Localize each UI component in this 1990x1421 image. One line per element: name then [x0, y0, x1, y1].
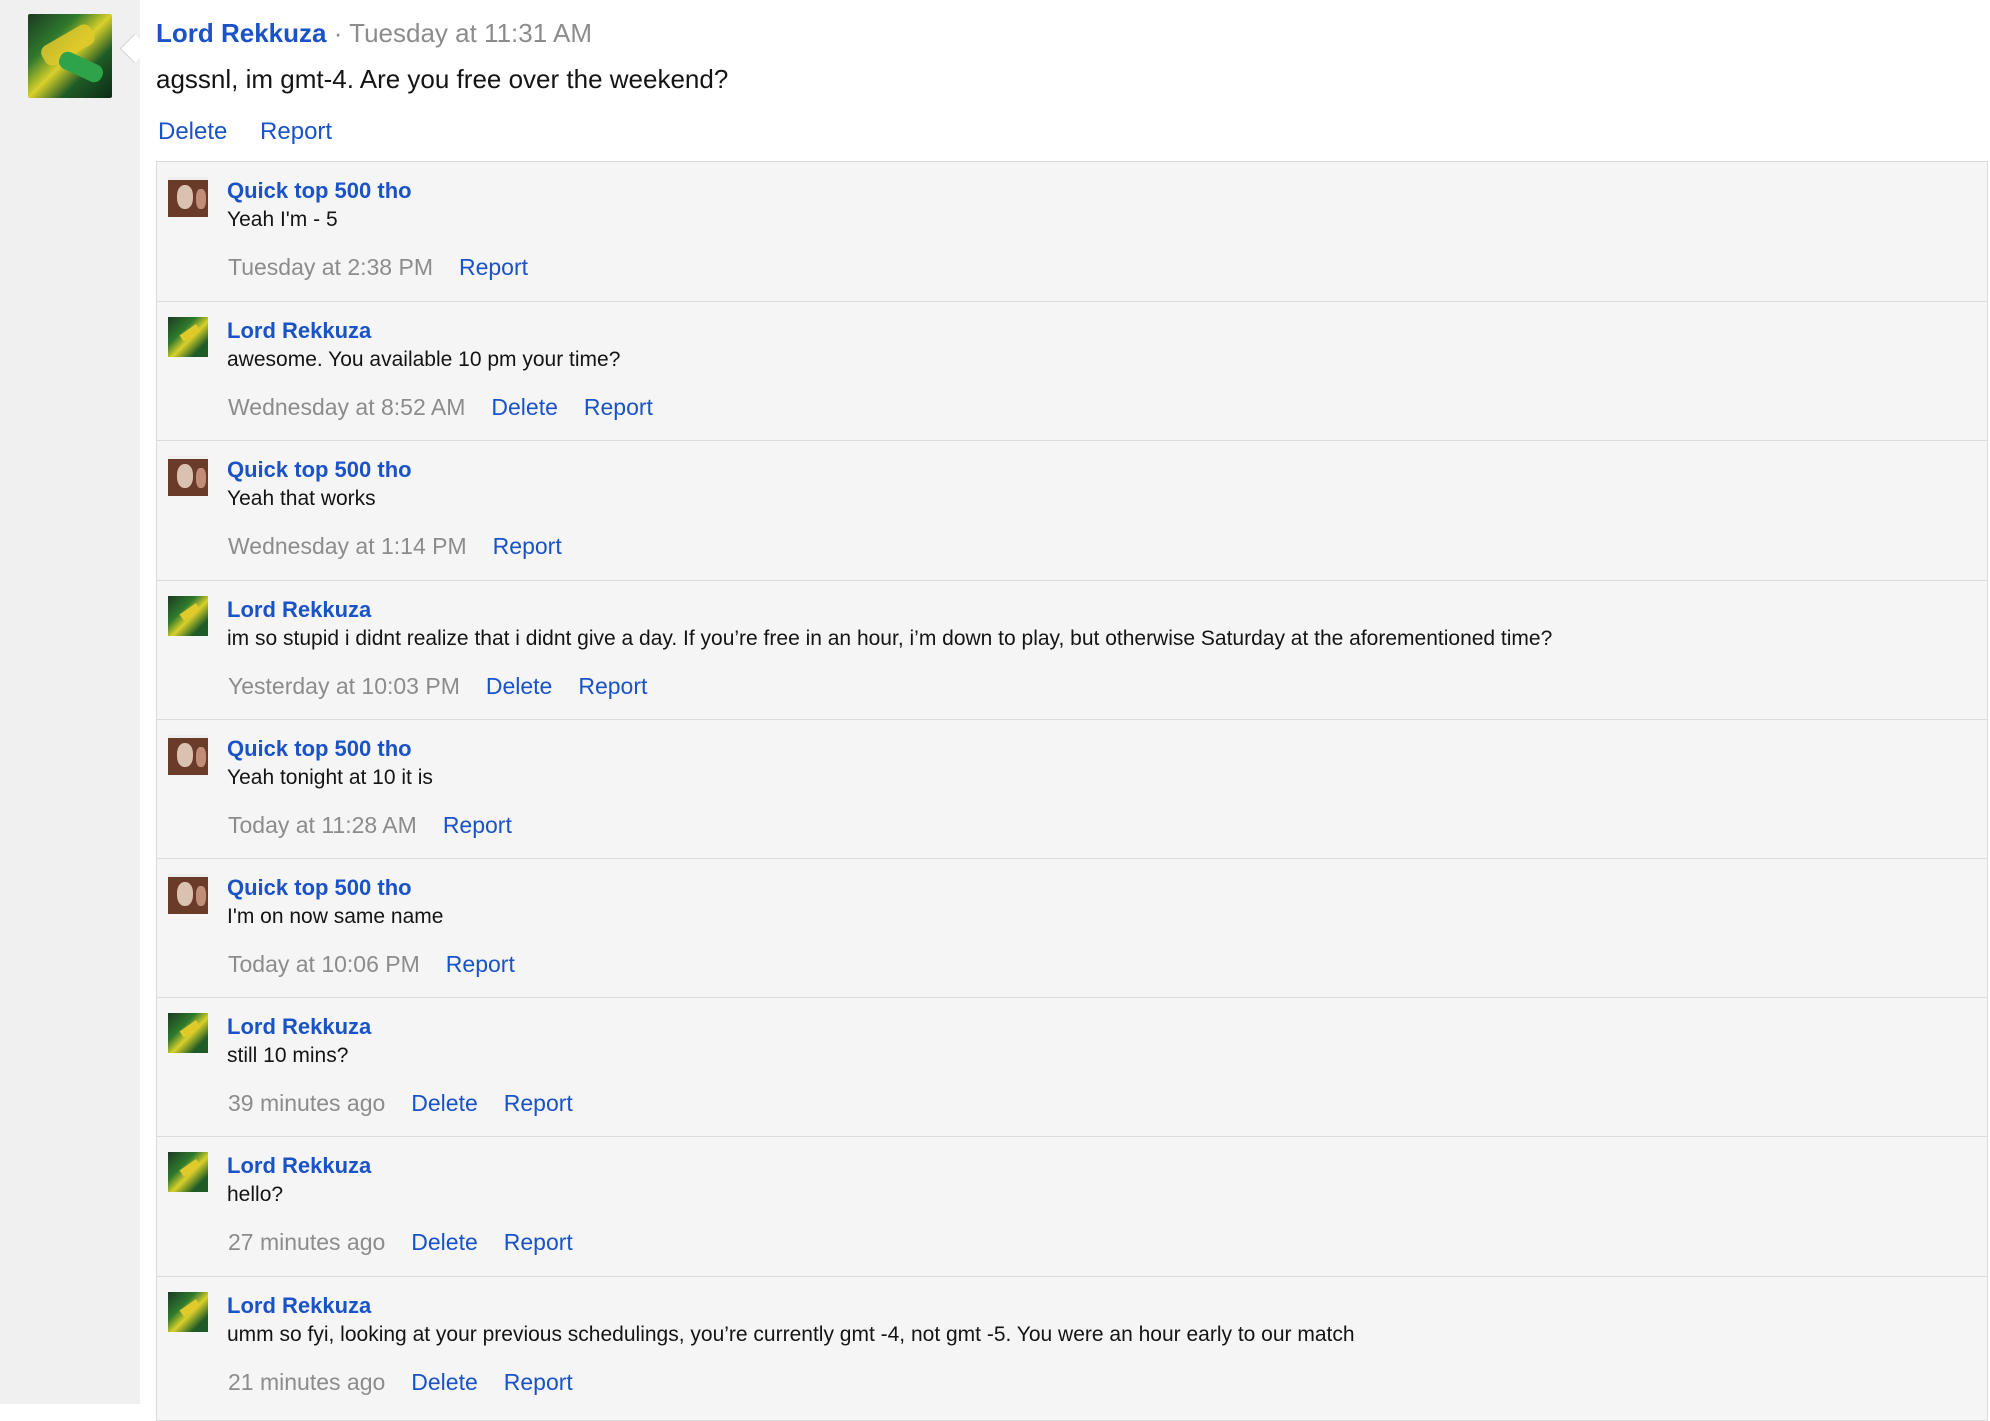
comment-time: 39 minutes ago	[228, 1090, 386, 1117]
comment-text: im so stupid i didnt realize that i didn…	[227, 626, 1553, 650]
comment-meta: Wednesday at 8:52 AM Delete Report	[228, 394, 679, 421]
comment-avatar[interactable]	[168, 317, 208, 358]
comment-time: Wednesday at 1:14 PM	[228, 533, 467, 560]
report-link[interactable]: Report	[504, 1090, 573, 1116]
comment-time: Yesterday at 10:03 PM	[228, 672, 460, 699]
comment-time: 27 minutes ago	[228, 1229, 386, 1256]
header-separator: ·	[333, 18, 343, 48]
comment-author[interactable]: Lord Rekkuza	[227, 318, 371, 344]
comment-item: Lord Rekkuza umm so fyi, looking at your …	[157, 1275, 1987, 1415]
delete-link[interactable]: Delete	[491, 394, 557, 420]
comment-author[interactable]: Lord Rekkuza	[227, 1014, 371, 1040]
comment-avatar[interactable]	[168, 874, 208, 914]
comment-item: Quick top 500 tho Yeah I'm - 5 Tuesday at …	[157, 162, 1987, 301]
report-link[interactable]: Report	[443, 812, 512, 838]
report-link[interactable]: Report	[578, 673, 647, 699]
comment-meta: Today at 10:06 PM Report	[228, 951, 541, 978]
comment-meta: Wednesday at 1:14 PM Report	[228, 533, 588, 560]
main-post-time: Tuesday at 11:31 AM	[349, 18, 592, 48]
report-link[interactable]: Report	[446, 951, 515, 977]
comment-text: Yeah tonight at 10 it is	[227, 765, 433, 789]
comment-time: Wednesday at 8:52 AM	[228, 394, 466, 421]
left-gutter	[0, 0, 140, 1404]
report-link[interactable]: Report	[493, 533, 562, 559]
comment-item: Quick top 500 tho Yeah that works Wednesda…	[157, 440, 1987, 579]
comment-meta: 39 minutes ago Delete Report	[228, 1090, 599, 1117]
main-post-avatar[interactable]	[28, 14, 112, 98]
delete-link[interactable]: Delete	[411, 1229, 477, 1255]
delete-link[interactable]: Delete	[486, 673, 552, 699]
delete-link[interactable]: Delete	[411, 1369, 477, 1395]
comment-author[interactable]: Quick top 500 tho	[227, 875, 412, 901]
comment-time: Today at 11:28 AM	[228, 811, 417, 838]
main-report-link[interactable]: Report	[260, 118, 332, 145]
comment-avatar[interactable]	[168, 456, 208, 497]
comment-avatar[interactable]	[168, 595, 208, 636]
comment-avatar[interactable]	[168, 1152, 208, 1193]
report-link[interactable]: Report	[504, 1229, 573, 1255]
report-link[interactable]: Report	[459, 254, 528, 280]
comment-avatar[interactable]	[168, 734, 208, 775]
comment-time: 21 minutes ago	[228, 1368, 386, 1395]
comment-item: Lord Rekkuza hello? 27 minutes ago Delete Re…	[157, 1136, 1987, 1275]
comment-text: still 10 mins?	[227, 1044, 349, 1068]
comment-text: Yeah that works	[227, 487, 376, 511]
comment-time: Tuesday at 2:38 PM	[228, 254, 433, 280]
comment-text: I'm on now same name	[227, 905, 444, 928]
comment-text: awesome. You available 10 pm your time?	[227, 348, 621, 372]
comment-author[interactable]: Lord Rekkuza	[227, 1293, 371, 1319]
comment-text: hello?	[227, 1183, 284, 1207]
main-delete-link[interactable]: Delete	[158, 118, 227, 145]
comment-item: Quick top 500 tho Yeah tonight at 10 it i…	[157, 718, 1987, 858]
comment-avatar[interactable]	[168, 177, 208, 217]
comment-meta: Tuesday at 2:38 PM Report	[228, 254, 554, 281]
comment-meta: Yesterday at 10:03 PM Delete Report	[228, 673, 673, 700]
main-post-author[interactable]: Lord Rekkuza	[156, 18, 327, 48]
comment-meta: 21 minutes ago Delete Report	[228, 1369, 599, 1396]
comment-avatar[interactable]	[168, 1291, 208, 1332]
comment-item: Lord Rekkuza still 10 mins? 39 minutes ago…	[157, 997, 1987, 1136]
comment-item: Quick top 500 tho I'm on now same name Tod…	[157, 858, 1987, 997]
comment-avatar[interactable]	[168, 1013, 208, 1054]
comment-item: Lord Rekkuza im so stupid i didnt realize…	[157, 579, 1987, 719]
comment-thread: Quick top 500 tho Yeah I'm - 5 Tuesday at …	[156, 161, 1988, 1421]
comment-author[interactable]: Quick top 500 tho	[227, 736, 412, 762]
comment-item: Lord Rekkuza awesome. You available 10 pm…	[157, 301, 1987, 440]
comment-author[interactable]: Lord Rekkuza	[227, 1153, 371, 1179]
comment-meta: 27 minutes ago Delete Report	[228, 1229, 599, 1256]
comment-author[interactable]: Quick top 500 tho	[227, 457, 412, 483]
comment-author[interactable]: Quick top 500 tho	[227, 178, 412, 204]
comment-text: umm so fyi, looking at your previous sch…	[227, 1322, 1355, 1346]
report-link[interactable]: Report	[504, 1369, 573, 1395]
comment-text: Yeah I'm - 5	[227, 208, 338, 231]
report-link[interactable]: Report	[584, 394, 653, 420]
main-post-header: Lord Rekkuza · Tuesday at 11:31 AM	[156, 18, 592, 49]
main-post-actions: Delete Report	[158, 118, 358, 146]
main-post-text: agssnl, im gmt-4. Are you free over the …	[156, 64, 729, 94]
comment-author[interactable]: Lord Rekkuza	[227, 597, 371, 623]
delete-link[interactable]: Delete	[411, 1090, 477, 1116]
comment-meta: Today at 11:28 AM Report	[228, 812, 538, 839]
comment-time: Today at 10:06 PM	[228, 951, 420, 977]
